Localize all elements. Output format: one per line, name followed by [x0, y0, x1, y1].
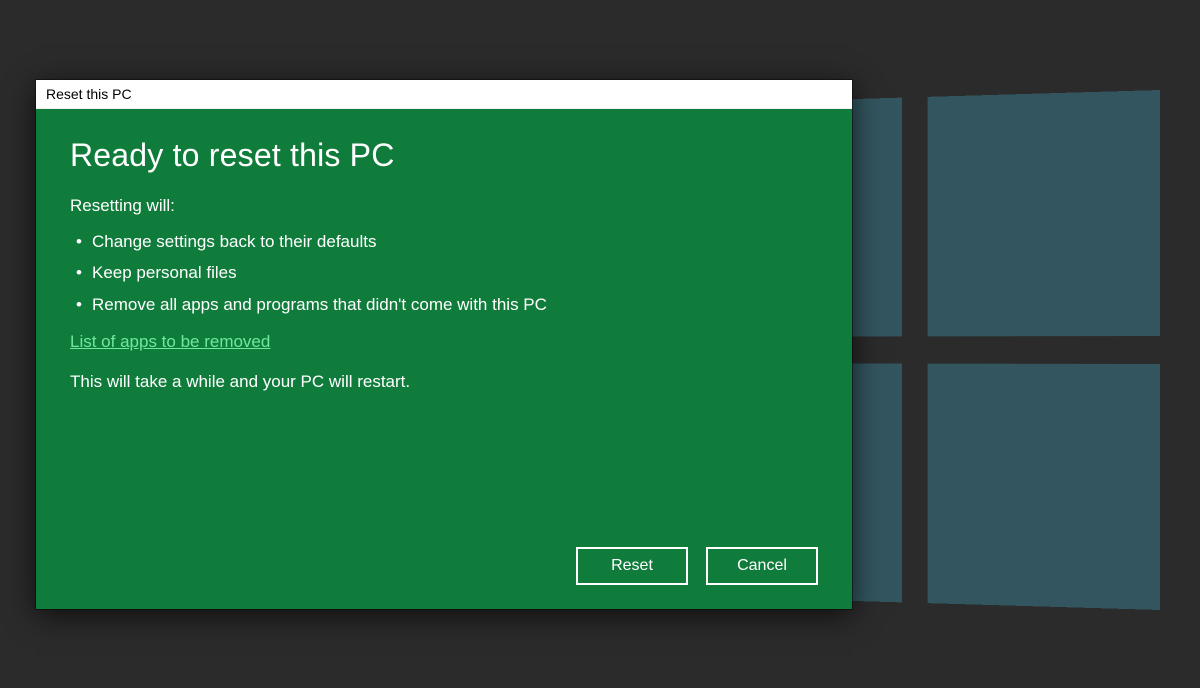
list-item: Change settings back to their defaults — [70, 226, 818, 257]
windows-logo-pane — [928, 364, 1160, 610]
dialog-title: Reset this PC — [46, 86, 132, 102]
reset-button[interactable]: Reset — [576, 547, 688, 585]
spacer — [70, 412, 818, 537]
windows-logo-pane — [928, 90, 1160, 336]
dialog-heading: Ready to reset this PC — [70, 137, 818, 174]
cancel-button[interactable]: Cancel — [706, 547, 818, 585]
dialog-button-row: Reset Cancel — [70, 537, 818, 585]
apps-to-remove-link[interactable]: List of apps to be removed — [70, 332, 818, 352]
dialog-titlebar[interactable]: Reset this PC — [36, 80, 852, 109]
reset-bullet-list: Change settings back to their defaults K… — [70, 226, 818, 320]
list-item: Keep personal files — [70, 257, 818, 288]
dialog-subheading: Resetting will: — [70, 196, 818, 216]
restart-note: This will take a while and your PC will … — [70, 372, 818, 392]
dialog-body: Ready to reset this PC Resetting will: C… — [36, 109, 852, 609]
list-item: Remove all apps and programs that didn't… — [70, 289, 818, 320]
reset-pc-dialog: Reset this PC Ready to reset this PC Res… — [36, 80, 852, 609]
